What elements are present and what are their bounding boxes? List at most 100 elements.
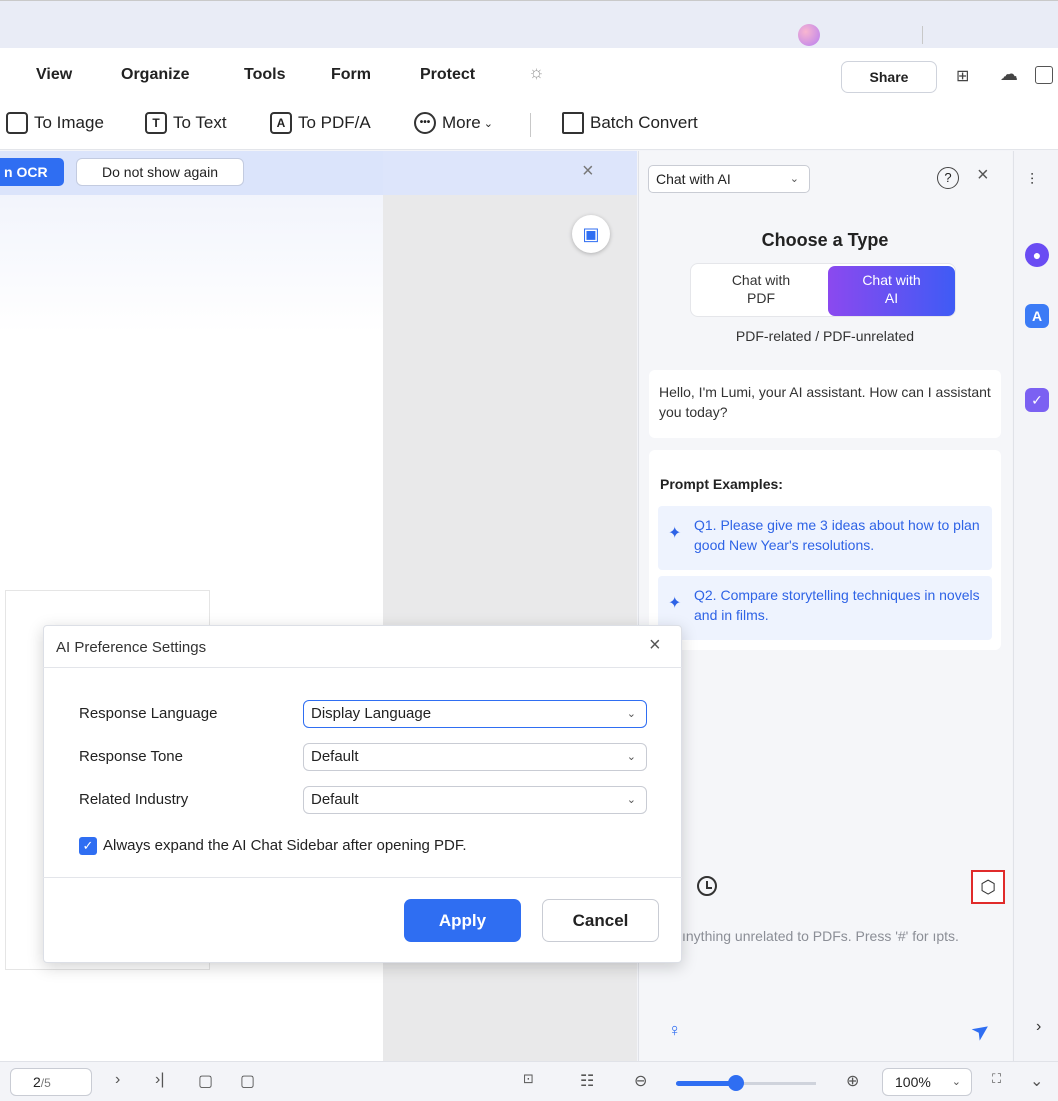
assistant-greeting: Hello, I'm Lumi, your AI assistant. How …	[649, 370, 1001, 438]
page-layout-icon[interactable]: ☷	[580, 1071, 594, 1091]
prompt-examples-title: Prompt Examples:	[660, 476, 783, 492]
to-text-label: To Text	[173, 113, 227, 132]
page-number-field[interactable]: 2/5	[10, 1068, 92, 1096]
settings-hexagon-icon[interactable]: ⬡	[978, 876, 998, 898]
prompt-example-text: Q2. Compare storytelling techniques in n…	[694, 587, 980, 623]
chat-with-ai-label: Chat with AI	[862, 272, 921, 306]
right-rail	[1013, 151, 1058, 1061]
menu-organize[interactable]: Organize	[121, 66, 189, 84]
menu-tools[interactable]: Tools	[244, 66, 285, 84]
sitemap-icon[interactable]: ⊞	[956, 66, 969, 86]
sidebar-close-icon[interactable]: ×	[977, 164, 989, 187]
to-image-label: To Image	[34, 113, 104, 132]
upload-cloud-icon[interactable]: ☁	[1000, 64, 1018, 85]
to-pdfa-label: To PDF/A	[298, 113, 371, 132]
help-icon[interactable]: ?	[937, 167, 959, 189]
actual-size-icon[interactable]: ⊡	[523, 1071, 534, 1087]
ai-assistant-icon[interactable]: ●	[1025, 243, 1049, 267]
zoom-select[interactable]: 100% ⌄	[882, 1068, 972, 1096]
user-avatar[interactable]	[798, 24, 820, 46]
related-industry-value: Default	[311, 791, 359, 808]
zoom-out-icon[interactable]: ⊖	[634, 1071, 647, 1091]
batch-convert-button[interactable]: Batch Convert	[562, 107, 698, 139]
related-industry-label: Related Industry	[79, 791, 189, 808]
adjust-sliders-icon[interactable]: ⫶	[1030, 172, 1034, 190]
chat-with-ai-option[interactable]: Chat with AI	[828, 266, 955, 316]
zoom-value: 100%	[895, 1074, 931, 1090]
chat-input[interactable]: ınything unrelated to PDFs. Press '#' fo…	[682, 926, 982, 946]
expand-down-icon[interactable]: ⌄	[1030, 1071, 1043, 1091]
title-bar	[0, 0, 1058, 48]
zoom-slider-fill	[676, 1081, 737, 1086]
chat-with-pdf-label: Chat with PDF	[731, 272, 791, 306]
fullscreen-icon[interactable]: ⛶	[992, 1071, 1001, 1087]
ocr-banner-extension	[383, 151, 637, 195]
menu-view[interactable]: View	[36, 66, 72, 84]
perform-ocr-button[interactable]: n OCR	[0, 158, 64, 186]
chevron-right-icon[interactable]: ›	[1036, 1018, 1041, 1036]
chevron-down-icon: ⌄	[483, 117, 493, 130]
choose-type-title: Choose a Type	[761, 230, 889, 250]
sparkle-icon: ✦	[668, 525, 682, 542]
batch-convert-label: Batch Convert	[590, 113, 698, 132]
apply-button[interactable]: Apply	[404, 899, 521, 942]
chat-mode-select[interactable]: Chat with AI ⌄	[648, 165, 810, 193]
to-text-button[interactable]: T To Text	[145, 107, 227, 139]
related-industry-select[interactable]: Default ⌄	[303, 786, 647, 814]
do-not-show-again-button[interactable]: Do not show again	[76, 158, 244, 186]
type-subtitle: PDF-related / PDF-unrelated	[735, 328, 915, 344]
cancel-button[interactable]: Cancel	[542, 899, 659, 942]
menu-form[interactable]: Form	[331, 66, 371, 84]
batch-grid-icon	[562, 112, 584, 134]
presentation-mode-icon[interactable]: ▣	[572, 215, 610, 253]
next-page-icon[interactable]: ›	[115, 1071, 120, 1089]
last-page-icon[interactable]: ›|	[155, 1071, 164, 1089]
chevron-down-icon: ⌄	[951, 1076, 961, 1088]
to-image-button[interactable]: To Image	[6, 107, 104, 139]
title-divider	[922, 26, 923, 44]
total-pages: /5	[40, 1076, 51, 1090]
more-label: More	[442, 113, 481, 132]
prompt-example-text: Q1. Please give me 3 ideas about how to …	[694, 517, 980, 553]
collapse-ribbon-icon[interactable]	[1035, 66, 1053, 84]
response-tone-value: Default	[311, 748, 359, 765]
text-convert-icon: T	[145, 112, 167, 134]
translate-icon[interactable]: A	[1025, 304, 1049, 328]
response-language-label: Response Language	[79, 705, 218, 722]
chat-mode-value: Chat with AI	[656, 171, 731, 187]
chat-with-pdf-option[interactable]: Chat with PDF	[697, 266, 825, 314]
toolbar-divider	[530, 113, 531, 137]
chevron-down-icon: ⌄	[789, 173, 799, 185]
current-page: 2	[33, 1074, 41, 1090]
dialog-title: AI Preference Settings	[56, 639, 207, 656]
history-clock-icon[interactable]	[697, 876, 717, 896]
more-dots-icon: •••	[414, 112, 436, 134]
fit-page-icon[interactable]: ▢	[198, 1071, 213, 1091]
response-language-value: Display Language	[311, 705, 432, 722]
lightbulb-icon[interactable]: ♀	[668, 1020, 682, 1041]
share-button[interactable]: Share	[841, 61, 937, 93]
chevron-down-icon: ⌄	[626, 751, 636, 763]
pdfa-convert-icon: A	[270, 112, 292, 134]
dialog-footer-divider	[43, 877, 682, 878]
dialog-header-divider	[43, 667, 682, 668]
dialog-close-icon[interactable]: ×	[649, 634, 661, 657]
sparkle-icon: ✦	[668, 595, 682, 612]
prompt-example-1[interactable]: ✦ Q1. Please give me 3 ideas about how t…	[658, 506, 992, 570]
chevron-down-icon: ⌄	[626, 794, 636, 806]
expand-sidebar-label: Always expand the AI Chat Sidebar after …	[103, 837, 467, 854]
more-button[interactable]: ••• More ⌄	[414, 107, 493, 139]
prompt-example-2[interactable]: ✦ Q2. Compare storytelling techniques in…	[658, 576, 992, 640]
to-pdfa-button[interactable]: A To PDF/A	[270, 107, 371, 139]
lightbulb-tip-icon[interactable]: ☼	[528, 62, 545, 83]
response-tone-select[interactable]: Default ⌄	[303, 743, 647, 771]
fit-width-icon[interactable]: ▢	[240, 1071, 255, 1091]
chevron-down-icon: ⌄	[626, 708, 636, 720]
expand-sidebar-checkbox[interactable]: ✓	[79, 837, 97, 855]
menu-protect[interactable]: Protect	[420, 66, 475, 84]
banner-close-icon[interactable]: ×	[582, 160, 594, 183]
response-language-select[interactable]: Display Language ⌄	[303, 700, 647, 728]
image-convert-icon	[6, 112, 28, 134]
zoom-in-icon[interactable]: ⊕	[846, 1071, 859, 1091]
checklist-icon[interactable]: ✓	[1025, 388, 1049, 412]
